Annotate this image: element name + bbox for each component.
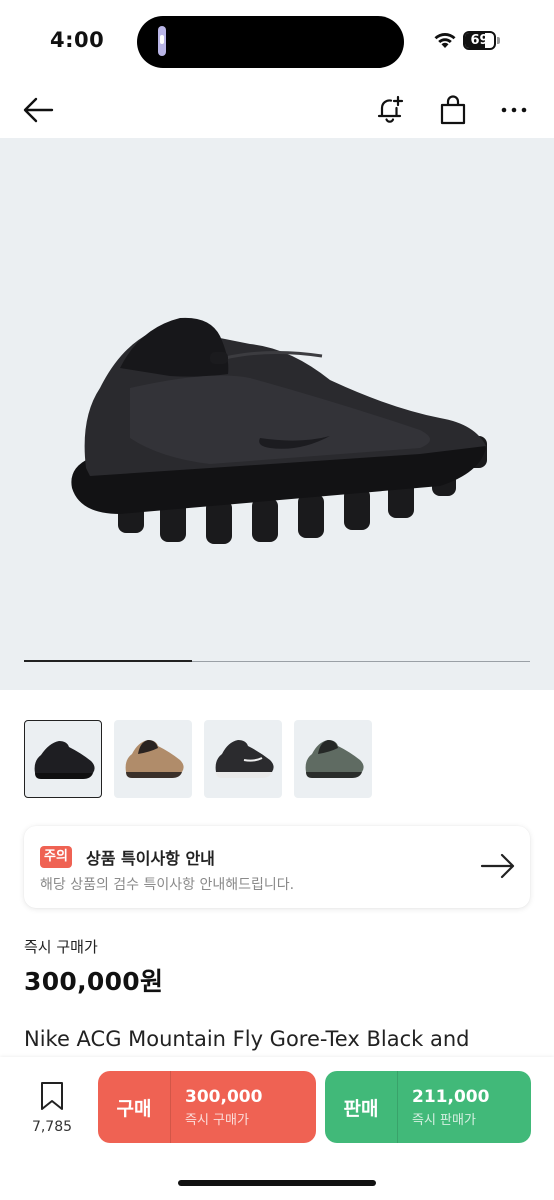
- notice-description: 해당 상품의 검수 특이사항 안내해드립니다.: [40, 877, 295, 893]
- thumbnail-black[interactable]: [24, 720, 102, 798]
- alert-button[interactable]: [370, 90, 410, 130]
- product-image-carousel[interactable]: [0, 138, 554, 690]
- product-name: Nike ACG Mountain Fly Gore-Tex Black and: [24, 1027, 470, 1051]
- dynamic-island: [137, 16, 404, 68]
- warning-badge: 주의: [40, 846, 72, 868]
- thumbnail-olive-green[interactable]: [294, 720, 372, 798]
- product-image-shoe: [71, 317, 487, 544]
- bell-plus-icon: [377, 95, 404, 123]
- buy-subtext: 즉시 구매가: [185, 1112, 249, 1128]
- notice-title: 상품 특이사항 안내: [86, 849, 215, 868]
- wishlist-count: 7,785: [31, 1119, 73, 1135]
- bookmark-icon: [41, 1082, 63, 1110]
- battery-tip: [497, 37, 500, 44]
- wifi-icon: [434, 33, 456, 48]
- gallery-progress-indicator: [24, 660, 193, 662]
- thumbnail-tan[interactable]: [114, 720, 192, 798]
- battery-icon: 69: [463, 31, 496, 50]
- back-arrow-icon: [23, 97, 54, 123]
- bottom-action-bar: 7,785 구매 300,000 즉시 구매가 판매 211,000 즉시 판매…: [0, 1057, 554, 1200]
- more-button[interactable]: [494, 90, 534, 130]
- shoe-thumbnail-image: [125, 740, 184, 778]
- cart-button[interactable]: [433, 90, 473, 130]
- buy-label: 구매: [116, 1097, 152, 1120]
- wishlist-button[interactable]: 7,785: [26, 1081, 78, 1135]
- home-indicator[interactable]: [178, 1180, 376, 1186]
- flashlight-icon: [158, 26, 166, 56]
- buy-button[interactable]: 구매 300,000 즉시 구매가: [98, 1071, 316, 1143]
- sell-subtext: 즉시 판매가: [412, 1112, 476, 1128]
- shoe-thumbnail-image: [34, 741, 95, 779]
- gallery-progress-track: [24, 660, 530, 662]
- top-nav: [0, 84, 554, 138]
- arrow-right-icon: [480, 853, 515, 879]
- more-icon: [501, 107, 527, 113]
- sell-button[interactable]: 판매 211,000 즉시 판매가: [325, 1071, 531, 1143]
- sell-price: 211,000: [412, 1086, 490, 1107]
- buy-price: 300,000: [185, 1086, 263, 1107]
- instant-buy-price-label: 즉시 구매가: [24, 938, 98, 956]
- status-bar: 4:00 69: [0, 0, 554, 84]
- back-button[interactable]: [18, 90, 58, 130]
- thumbnail-white-black[interactable]: [204, 720, 282, 798]
- shoe-thumbnail-image: [305, 740, 364, 778]
- status-time: 4:00: [50, 28, 105, 52]
- product-notice-card[interactable]: 주의 상품 특이사항 안내 해당 상품의 검수 특이사항 안내해드립니다.: [24, 826, 530, 908]
- instant-buy-price: 300,000원: [24, 967, 164, 996]
- shopping-bag-icon: [440, 95, 466, 125]
- battery-level: 69: [470, 33, 489, 48]
- shoe-thumbnail-image: [215, 740, 274, 778]
- sell-label: 판매: [343, 1097, 379, 1120]
